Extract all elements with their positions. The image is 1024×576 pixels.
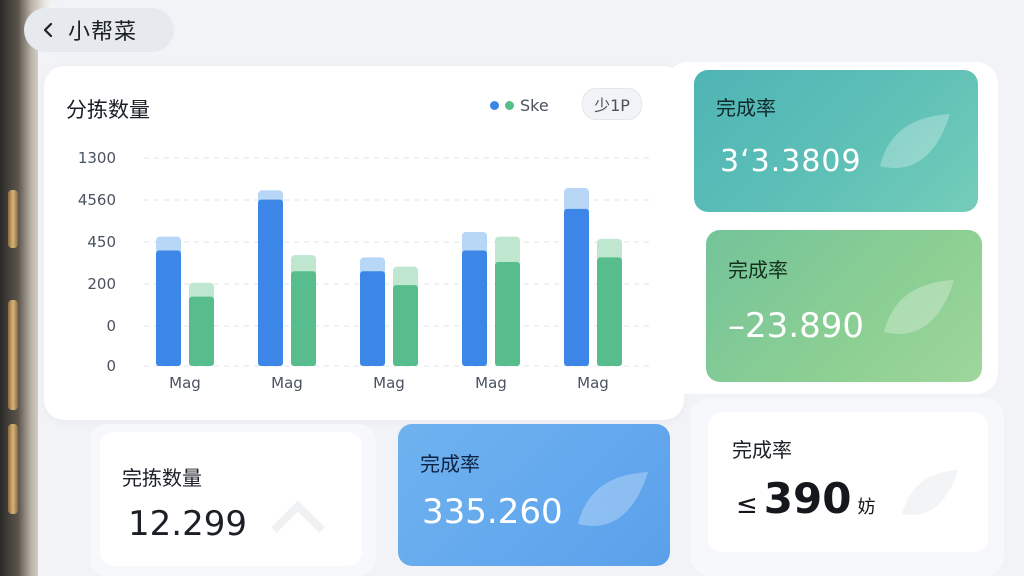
bar-blue[interactable] bbox=[156, 250, 181, 366]
y-tick-label: 1300 bbox=[78, 149, 116, 167]
legend-dot-blue bbox=[490, 101, 499, 110]
chevron-up-icon bbox=[271, 500, 325, 533]
leaf-icon bbox=[902, 470, 958, 515]
legend-dot-green bbox=[505, 101, 514, 110]
back-button[interactable]: 小帮菜 bbox=[24, 8, 174, 52]
completion-rate-card-teal[interactable]: 完成率 3‘3.3809 bbox=[694, 70, 978, 212]
x-tick-label: Mag bbox=[373, 374, 405, 392]
bar-blue[interactable] bbox=[360, 271, 385, 366]
y-tick-label: 4560 bbox=[78, 191, 116, 209]
phone-volume-button bbox=[8, 300, 18, 410]
stat-value: 3‘3.3809 bbox=[720, 144, 862, 179]
bar-blue[interactable] bbox=[462, 250, 487, 366]
stat-label: 完成率 bbox=[716, 96, 776, 120]
sorting-chart-card: 1300 4560 450 200 0 0 Mag Mag Mag Mag Mag 分拣数量 Ske… bbox=[44, 66, 684, 420]
phone-volume-button-2 bbox=[8, 424, 18, 514]
completion-rate-card-green[interactable]: 完成率 –23.890 bbox=[706, 230, 982, 382]
stat-value: 390 bbox=[763, 474, 852, 523]
bar-green[interactable] bbox=[189, 296, 214, 366]
x-tick-label: Mag bbox=[475, 374, 507, 392]
y-tick-label: 200 bbox=[87, 275, 116, 293]
stat-label: 完拣数量 bbox=[122, 466, 202, 490]
stat-unit: 妨 bbox=[857, 497, 876, 518]
page-title: 小帮菜 bbox=[68, 20, 138, 45]
stat-prefix: ≤ bbox=[736, 490, 758, 520]
stat-value-row: ≤ 390 妨 bbox=[736, 474, 875, 523]
stat-value: 335.260 bbox=[422, 492, 563, 532]
stat-label: 完成率 bbox=[732, 438, 792, 462]
completion-rate-card-blue[interactable]: 完成率 335.260 bbox=[398, 424, 670, 566]
stat-label: 完成率 bbox=[728, 258, 788, 282]
y-tick-label: 0 bbox=[106, 357, 116, 375]
x-tick-label: Mag bbox=[169, 374, 201, 392]
stat-value: –23.890 bbox=[728, 306, 864, 346]
bar-cap bbox=[495, 236, 520, 266]
leaf-icon bbox=[880, 114, 950, 168]
x-tick-label: Mag bbox=[271, 374, 303, 392]
bar-green[interactable] bbox=[393, 285, 418, 366]
chart-title: 分拣数量 bbox=[66, 98, 150, 122]
completion-rate-card-white[interactable]: 完成率 ≤ 390 妨 bbox=[708, 412, 988, 552]
period-chip[interactable]: 少1P bbox=[582, 88, 642, 120]
picked-quantity-card[interactable]: 完拣数量 12.299 bbox=[100, 432, 362, 566]
x-tick-label: Mag bbox=[577, 374, 609, 392]
bar-green[interactable] bbox=[495, 262, 520, 366]
bar-blue[interactable] bbox=[258, 199, 283, 366]
leaf-icon bbox=[884, 280, 954, 334]
y-tick-label: 0 bbox=[106, 317, 116, 335]
legend-label: Ske bbox=[520, 96, 549, 115]
leaf-icon bbox=[578, 472, 648, 526]
bar-green[interactable] bbox=[597, 257, 622, 366]
stat-value: 12.299 bbox=[128, 504, 247, 544]
chevron-left-icon bbox=[43, 22, 53, 38]
bar-blue[interactable] bbox=[564, 208, 589, 366]
stat-label: 完成率 bbox=[420, 452, 480, 476]
chart-legend: Ske bbox=[490, 96, 549, 115]
phone-side-button bbox=[8, 190, 18, 248]
bar-green[interactable] bbox=[291, 271, 316, 366]
y-tick-label: 450 bbox=[87, 233, 116, 251]
